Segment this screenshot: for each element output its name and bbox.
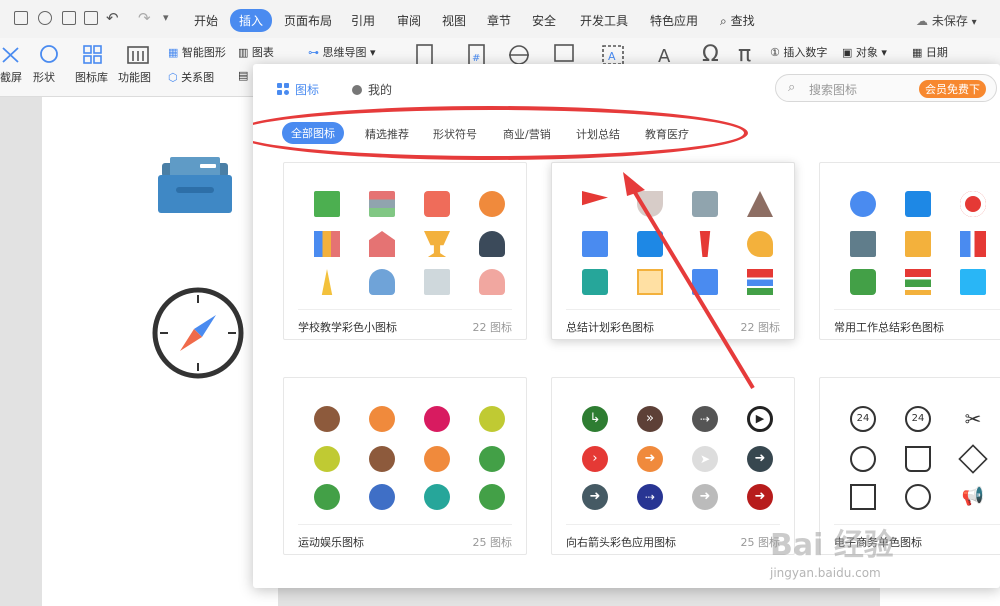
object-icon: ▣ [842, 46, 853, 59]
mindmap-button[interactable]: ⊶ 思维导图 ▾ [308, 44, 376, 60]
mindmap-label: 思维导图 [322, 46, 367, 59]
redo-icon[interactable]: ↷ [138, 9, 151, 27]
cloud-icon: ☁ [916, 14, 928, 28]
relationship-icon: ⬡ [168, 71, 178, 84]
online-chart-icon[interactable]: ▤ [238, 69, 248, 82]
watermark-logo: Bai 经验 [770, 528, 894, 563]
insert-number-icon: ① [770, 46, 780, 59]
tab-security[interactable]: 安全 [532, 12, 556, 29]
unsaved-status[interactable]: ☁ 未保存 ▾ [916, 12, 977, 29]
unsaved-label: 未保存 [931, 14, 968, 28]
chevron-down-icon: ▾ [971, 17, 977, 28]
tab-chapter[interactable]: 章节 [487, 12, 511, 29]
tab-review[interactable]: 审阅 [397, 12, 421, 29]
find-button[interactable]: ⌕ 查找 [720, 12, 755, 29]
date-button[interactable]: ▦ 日期 [912, 44, 948, 60]
tab-page-layout[interactable]: 页面布局 [284, 12, 332, 29]
undo-icon[interactable]: ↶ [106, 9, 119, 27]
save-icon[interactable] [14, 11, 28, 25]
tab-view[interactable]: 视图 [442, 12, 466, 29]
object-button[interactable]: ▣ 对象 ▾ [842, 44, 887, 60]
relationship-button[interactable]: ⬡ 关系图 [168, 69, 214, 85]
find-label: 查找 [730, 14, 755, 28]
tab-references[interactable]: 引用 [351, 12, 375, 29]
search-icon: ⌕ [720, 14, 727, 28]
relationship-label: 关系图 [181, 71, 215, 84]
function-chart-button[interactable]: 功能图 [118, 69, 151, 85]
tab-special-apps[interactable]: 特色应用 [650, 12, 698, 29]
calendar-icon: ▦ [912, 46, 923, 59]
icon-library-icon[interactable] [80, 43, 106, 67]
object-label: 对象 [855, 46, 878, 59]
chevron-down-icon[interactable]: ▾ [163, 11, 169, 24]
chart-icon: ▥ [238, 46, 249, 59]
tab-home[interactable]: 开始 [194, 12, 218, 29]
inbox-icon[interactable] [156, 157, 234, 217]
icon-library-panel: 图标 我的 ⌕ 搜索图标 会员免费下 全部图标 精选推荐 形状符号 商业/营销 … [253, 64, 1000, 588]
tab-developer[interactable]: 开发工具 [580, 12, 628, 29]
smart-shape-label: 智能图形 [181, 46, 226, 59]
print-icon[interactable] [62, 11, 76, 25]
compass-icon[interactable] [150, 285, 246, 381]
insert-number-label: 插入数字 [783, 46, 828, 59]
tab-insert[interactable]: 插入 [230, 9, 273, 32]
shape-button[interactable]: 形状 [33, 69, 55, 85]
smart-shape-button[interactable]: ▦ 智能图形 [168, 44, 226, 60]
icon-library-button[interactable]: 图标库 [75, 69, 108, 85]
svg-text:#: # [472, 53, 480, 64]
red-arrow-annotation [623, 172, 755, 390]
function-chart-icon[interactable] [124, 43, 152, 67]
svg-text:A: A [608, 50, 616, 63]
mindmap-icon: ⊶ [308, 46, 319, 59]
chart-button[interactable]: ▥ 图表 [238, 44, 274, 60]
date-label: 日期 [925, 46, 948, 59]
screenshot-icon[interactable] [0, 44, 24, 66]
insert-number-button[interactable]: ① 插入数字 [770, 44, 827, 60]
screenshot-button[interactable]: 截屏 [0, 69, 22, 85]
smart-shape-icon: ▦ [168, 46, 179, 59]
shape-icon[interactable] [36, 43, 62, 67]
print-preview-icon[interactable] [84, 11, 98, 25]
document-page[interactable] [42, 97, 278, 606]
chart-label: 图表 [251, 46, 274, 59]
menu-bar: ↶ ↷ ▾ 开始 插入 页面布局 引用 审阅 视图 章节 安全 开发工具 特色应… [0, 0, 1000, 39]
format-painter-icon[interactable] [38, 11, 52, 25]
watermark-url: jingyan.baidu.com [770, 566, 881, 580]
